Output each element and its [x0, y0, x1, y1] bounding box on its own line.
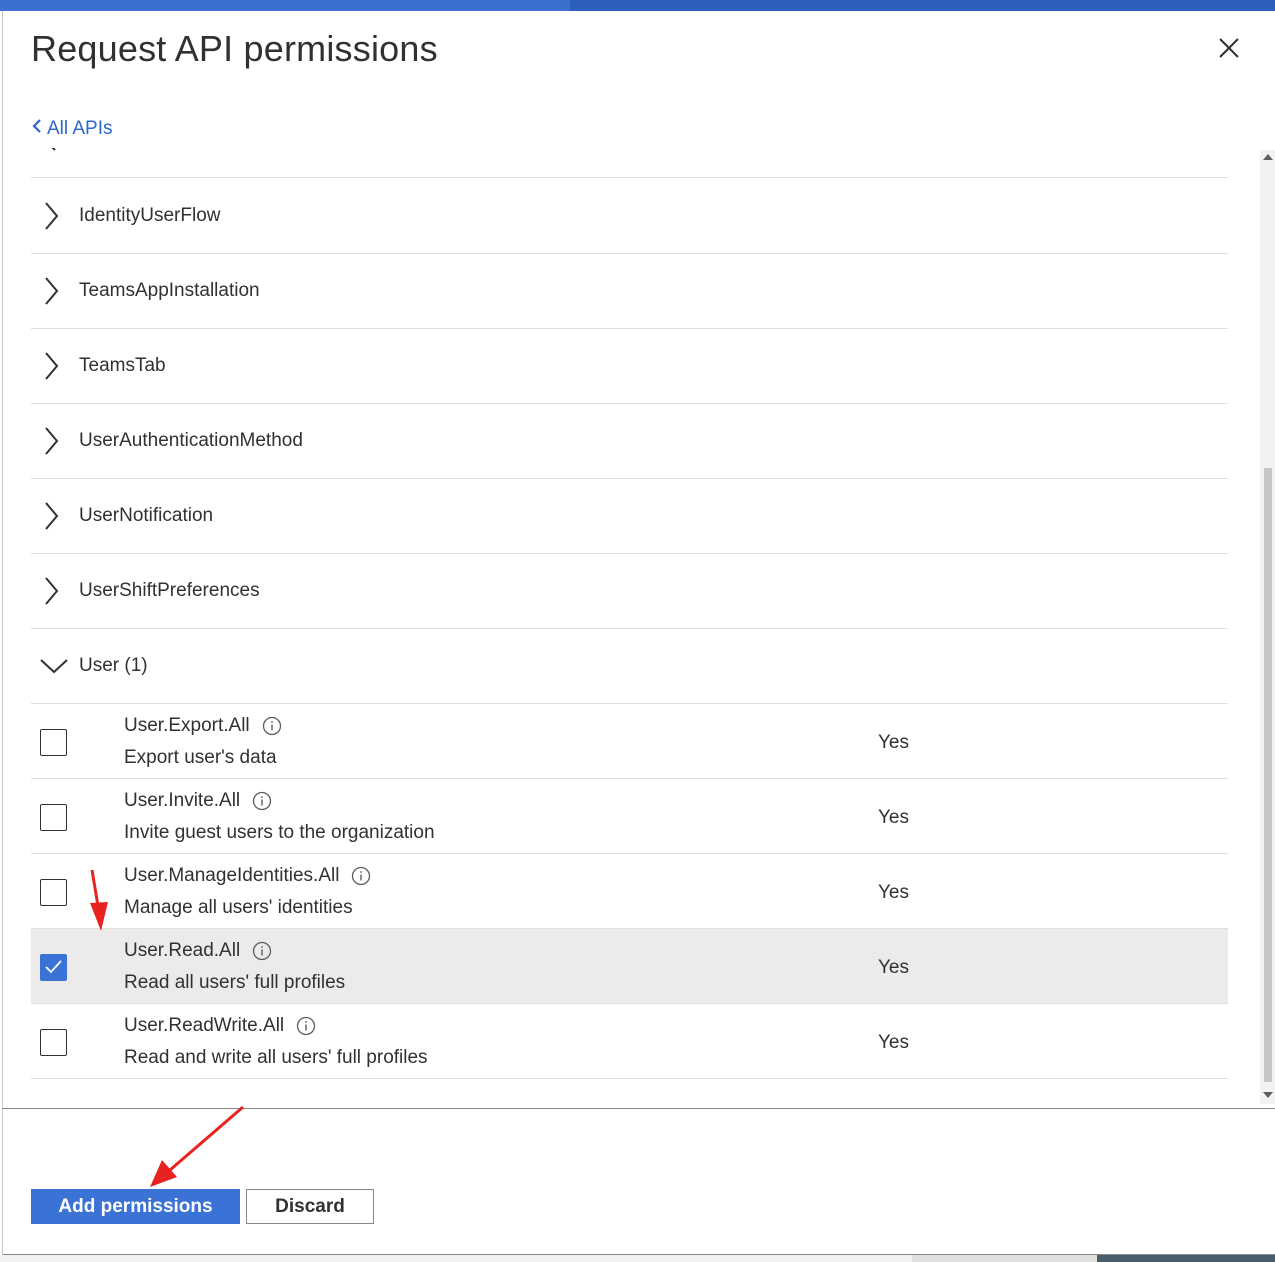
group-identityuserflow[interactable]: IdentityUserFlow	[31, 179, 1228, 254]
chevron-right-icon	[43, 501, 59, 531]
group-label: UserShiftPreferences	[79, 580, 260, 601]
info-icon[interactable]	[296, 1016, 316, 1036]
permission-description: Export user's data	[124, 747, 277, 768]
permission-checkbox-checked[interactable]	[40, 954, 67, 981]
chevron-right-icon	[43, 276, 59, 306]
chevron-right-icon	[41, 148, 61, 156]
permissions-list: IdentityUserFlow TeamsAppInstallation Te…	[2, 148, 1260, 1104]
permission-checkbox[interactable]	[40, 1029, 67, 1056]
list-item-partial	[31, 148, 1228, 178]
chevron-right-icon	[43, 201, 59, 231]
scroll-up-icon[interactable]	[1263, 154, 1273, 160]
group-label: UserAuthenticationMethod	[79, 430, 303, 451]
chevron-left-icon	[31, 118, 43, 140]
chevron-right-icon	[43, 351, 59, 381]
footer-divider	[2, 1108, 1275, 1109]
group-label: User (1)	[79, 655, 148, 676]
group-label: TeamsTab	[79, 355, 166, 376]
panel-title: Request API permissions	[31, 28, 438, 69]
add-permissions-button[interactable]: Add permissions	[31, 1189, 240, 1224]
permission-row-user-export-all[interactable]: User.Export.All Export user's data Yes	[31, 704, 1228, 779]
group-usershiftpreferences[interactable]: UserShiftPreferences	[31, 554, 1228, 629]
list-scrollbar[interactable]	[1260, 150, 1275, 1104]
permission-name: User.ReadWrite.All	[124, 1015, 285, 1036]
group-label: TeamsAppInstallation	[79, 280, 260, 301]
admin-consent-value: Yes	[878, 1032, 909, 1053]
permission-name: User.ManageIdentities.All	[124, 865, 340, 886]
scrollbar-thumb[interactable]	[1264, 468, 1272, 1082]
all-apis-back-link[interactable]: All APIs	[31, 118, 112, 140]
permission-name: User.Invite.All	[124, 790, 241, 811]
permission-row-user-invite-all[interactable]: User.Invite.All Invite guest users to th…	[31, 779, 1228, 854]
permission-name: User.Export.All	[124, 715, 250, 736]
close-icon[interactable]	[1214, 33, 1244, 63]
info-icon[interactable]	[262, 716, 282, 736]
admin-consent-value: Yes	[878, 807, 909, 828]
group-usernotification[interactable]: UserNotification	[31, 479, 1228, 554]
group-label: UserNotification	[79, 505, 214, 526]
scroll-down-icon[interactable]	[1263, 1092, 1273, 1098]
admin-consent-value: Yes	[878, 957, 909, 978]
permission-checkbox[interactable]	[40, 729, 67, 756]
permission-row-user-readwrite-all[interactable]: User.ReadWrite.All Read and write all us…	[31, 1004, 1228, 1079]
group-user[interactable]: User (1)	[31, 629, 1228, 704]
permission-description: Read all users' full profiles	[124, 972, 346, 993]
permission-description: Read and write all users' full profiles	[124, 1047, 428, 1068]
permission-description: Manage all users' identities	[124, 897, 353, 918]
group-teamstab[interactable]: TeamsTab	[31, 329, 1228, 404]
page-background-strip	[0, 1255, 1275, 1262]
group-teamsappinstallation[interactable]: TeamsAppInstallation	[31, 254, 1228, 329]
chevron-right-icon	[43, 576, 59, 606]
permission-row-user-read-all[interactable]: User.Read.All Read all users' full profi…	[31, 929, 1228, 1004]
back-link-label: All APIs	[47, 118, 113, 139]
portal-top-bar	[0, 0, 1275, 11]
admin-consent-value: Yes	[878, 732, 909, 753]
permission-row-user-manageidentities-all[interactable]: User.ManageIdentities.All Manage all use…	[31, 854, 1228, 929]
group-userauthenticationmethod[interactable]: UserAuthenticationMethod	[31, 404, 1228, 479]
permission-checkbox[interactable]	[40, 804, 67, 831]
info-icon[interactable]	[351, 866, 371, 886]
info-icon[interactable]	[252, 791, 272, 811]
admin-consent-value: Yes	[878, 882, 909, 903]
permission-checkbox[interactable]	[40, 879, 67, 906]
chevron-down-icon	[39, 657, 69, 675]
discard-button[interactable]: Discard	[246, 1189, 374, 1224]
permission-name: User.Read.All	[124, 940, 241, 961]
chevron-right-icon	[43, 426, 59, 456]
info-icon[interactable]	[252, 941, 272, 961]
group-label: IdentityUserFlow	[79, 205, 221, 226]
permission-description: Invite guest users to the organization	[124, 822, 435, 843]
